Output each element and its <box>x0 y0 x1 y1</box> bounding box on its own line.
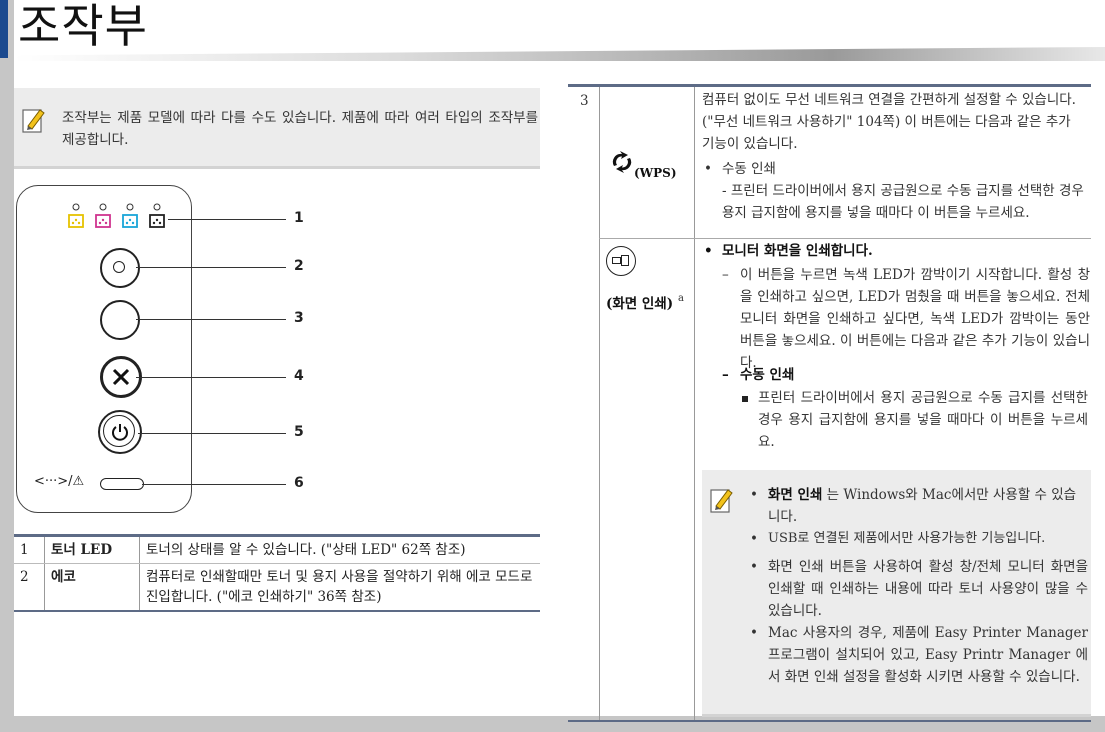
callout-3: 3 <box>294 310 304 326</box>
wps-label: (WPS) <box>634 166 677 180</box>
row-number: 2 <box>14 563 45 612</box>
callout-line-1 <box>168 219 286 220</box>
callout-2: 2 <box>294 258 304 274</box>
button-description-table: 3 (WPS) 컴퓨터 없이도 무선 네트워크 연결을 간편하게 설정할 수 있… <box>568 84 1091 722</box>
wps-bullet: 수동 인쇄 <box>722 161 776 177</box>
print-screen-bullet-marker: • <box>704 243 713 259</box>
print-screen-superscript: a <box>678 293 684 304</box>
power-icon <box>112 424 128 441</box>
table-row: 1 토너 LED 토너의 상태를 알 수 있습니다. ("상태 LED" 62쪽… <box>14 534 540 564</box>
power-button[interactable] <box>98 410 142 454</box>
row-description: 토너의 상태를 알 수 있습니다. ("상태 LED" 62쪽 참조) <box>139 534 540 564</box>
print-screen-heading: 모니터 화면을 인쇄합니다. <box>722 243 873 259</box>
cancel-x-icon <box>112 368 130 386</box>
callout-line-6 <box>142 484 286 485</box>
table-row: 2 에코 컴퓨터로 인쇄할때만 토너 및 용지 사용을 절약하기 위해 에코 모… <box>14 563 540 612</box>
print-screen-description: 이 버튼을 누르면 녹색 LED가 깜박이기 시작합니다. 활성 창을 인쇄하고… <box>740 267 1090 371</box>
toner-black-icon <box>149 203 165 228</box>
note-item-2: USB로 연결된 제품에서만 사용가능한 기능입니다. <box>768 531 1046 546</box>
control-panel-drawing <box>16 185 192 513</box>
wps-sub-description: - 프린터 드라이버에서 용지 공급원으로 수동 급지를 선택한 경우 용지 급… <box>722 183 1084 221</box>
callout-line-2 <box>136 267 286 268</box>
toner-yellow-icon <box>68 203 84 228</box>
row-number: 3 <box>580 93 589 109</box>
note-bullet-3-marker: • <box>750 559 758 575</box>
print-screen-label: (화면 인쇄) <box>606 296 674 312</box>
wps-description: 컴퓨터 없이도 무선 네트워크 연결을 간편하게 설정할 수 있습니다. ("무… <box>702 92 1076 152</box>
note-pencil-icon <box>710 489 733 513</box>
eco-icon <box>113 261 125 273</box>
note-bullet-2-marker: • <box>750 531 758 547</box>
note-item-1: 화면 인쇄 는 Windows와 Mac에서만 사용할 수 있습니다. <box>768 484 1084 528</box>
callout-line-3 <box>136 319 286 320</box>
row-number: 1 <box>14 534 45 564</box>
toner-cyan-icon <box>122 203 138 228</box>
print-screen-sub-heading: 수동 인쇄 <box>740 367 795 383</box>
note-bullet-1-marker: • <box>750 487 758 503</box>
top-note-text: 조작부는 제품 모델에 따라 다를 수도 있습니다. 제품에 따라 여러 타입의… <box>62 110 538 148</box>
wps-bullet-marker: • <box>704 161 712 177</box>
note-item-4: Mac 사용자의 경우, 제품에 Easy Printer Manager 프로… <box>768 625 1088 685</box>
row-name: 토너 LED <box>44 534 140 564</box>
row-description: 컴퓨터로 인쇄할때만 토너 및 용지 사용을 절약하기 위해 에코 모드로 진입… <box>139 563 540 612</box>
print-screen-sub-dash: – <box>722 367 729 383</box>
print-screen-square-bullet <box>742 396 748 402</box>
note-bullet-4-marker: • <box>750 625 758 641</box>
callout-line-5 <box>138 433 286 434</box>
eco-button[interactable] <box>100 248 140 288</box>
callout-5: 5 <box>294 424 304 440</box>
print-screen-dash: – <box>722 267 729 283</box>
callout-6: 6 <box>294 475 304 491</box>
wps-icon <box>612 151 632 173</box>
accent-bar <box>0 0 8 58</box>
page-title: 조작부 <box>18 0 148 53</box>
note-pencil-icon <box>22 109 45 133</box>
callout-line-4 <box>136 377 286 378</box>
print-screen-icon <box>606 246 636 276</box>
callout-4: 4 <box>294 368 304 384</box>
row-name: 에코 <box>44 563 140 612</box>
status-led <box>100 478 144 490</box>
wps-button[interactable] <box>100 300 140 340</box>
callout-1: 1 <box>294 210 304 226</box>
toner-magenta-icon <box>95 203 111 228</box>
toner-led-icons <box>68 203 165 228</box>
note-item-3: 화면 인쇄 버튼을 사용하여 활성 창/전체 모니터 화면을 인쇄할 때 인쇄하… <box>768 559 1088 619</box>
print-screen-sub-description: 프린터 드라이버에서 용지 공급원으로 수동 급지를 선택한 경우 용지 급지함… <box>758 390 1088 450</box>
status-led-label: <···>/⚠ <box>34 474 85 489</box>
note-item-1-bold: 화면 인쇄 <box>768 487 823 503</box>
panel-description-table: 1 토너 LED 토너의 상태를 알 수 있습니다. ("상태 LED" 62쪽… <box>14 534 540 612</box>
